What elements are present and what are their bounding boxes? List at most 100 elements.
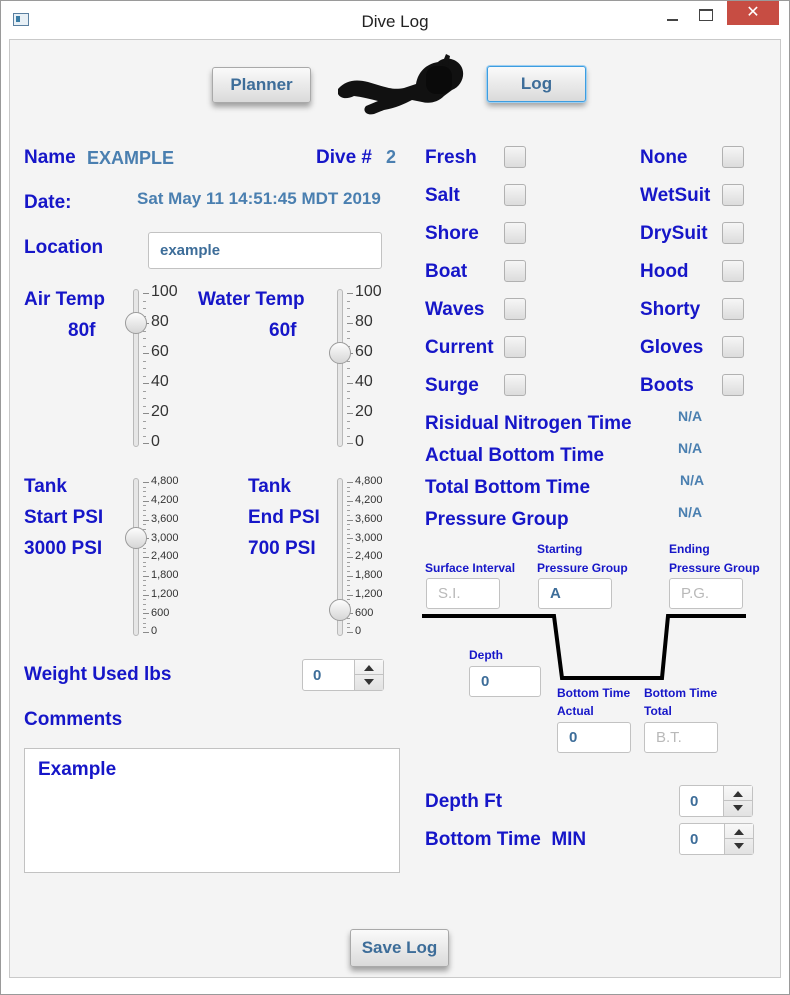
depth-input[interactable]: 0 — [469, 666, 541, 697]
tank-end-slider-tick-label: 3,000 — [355, 531, 383, 544]
tank-start-label: Tank — [24, 476, 67, 497]
tank-start-slider[interactable]: 4,800 4,200 3,600 3,000 2,400 1,800 1,200 600 0 — [122, 474, 192, 644]
condition-checkbox[interactable] — [504, 260, 526, 282]
tank-start-slider-minor-tick — [143, 547, 146, 549]
starting-pg-label-line2: Pressure Group — [537, 561, 628, 575]
depth-ft-decrement-button[interactable] — [724, 801, 752, 816]
tank-start-slider-thumb[interactable] — [125, 527, 147, 550]
close-button[interactable]: ✕ — [727, 1, 779, 25]
app-window: Dive Log ✕ Planner Log Name EXAMPLE Dive… — [0, 0, 790, 995]
condition-label: Salt — [425, 185, 460, 206]
water-temp-slider-minor-tick — [347, 300, 350, 302]
dive-number-label: Dive # — [316, 147, 372, 168]
gear-label: Hood — [640, 261, 689, 282]
weight-label: Weight Used lbs — [24, 664, 172, 685]
tank-start-slider-track — [133, 478, 139, 636]
tank-start-slider-tick — [143, 613, 149, 615]
bt-total-placeholder: B.T. — [656, 729, 682, 746]
surface-interval-label: Surface Interval — [425, 561, 516, 575]
condition-checkbox[interactable] — [504, 374, 526, 396]
tank-end-slider-minor-tick — [347, 486, 350, 488]
condition-checkbox[interactable] — [504, 146, 526, 168]
weight-increment-button[interactable] — [355, 660, 383, 675]
air-temp-slider-thumb[interactable] — [125, 312, 147, 334]
bottom-time-min-label: Bottom Time MIN — [425, 829, 587, 850]
weight-decrement-button[interactable] — [355, 675, 383, 690]
comments-textarea[interactable]: Example — [24, 748, 400, 873]
water-temp-slider[interactable]: 100 80 60 40 20 0 — [326, 283, 386, 455]
air-temp-slider-minor-tick — [143, 338, 146, 339]
tank-start-slider-tick-label: 3,600 — [151, 512, 179, 525]
gear-checkbox[interactable] — [722, 336, 744, 358]
tank-start-value: 3000 PSI — [24, 538, 103, 559]
bottom-time-min-value: 0 — [690, 830, 699, 848]
tank-end-slider-minor-tick — [347, 528, 350, 530]
location-input[interactable]: example — [148, 232, 382, 269]
bt-total-input[interactable]: B.T. — [644, 722, 718, 753]
tank-start-slider-tick — [143, 482, 149, 483]
gear-checkbox[interactable] — [722, 184, 744, 206]
depth-ft-increment-button[interactable] — [724, 786, 752, 801]
condition-checkbox[interactable] — [504, 184, 526, 206]
tank-start-slider-tick-label: 0 — [151, 625, 158, 638]
log-button[interactable]: Log — [487, 66, 586, 102]
tank-end-slider-tick-label: 4,800 — [355, 475, 383, 488]
tank-end-slider-minor-tick — [347, 599, 350, 601]
gear-checkbox[interactable] — [722, 374, 744, 396]
condition-label: Boat — [425, 261, 468, 282]
tank-end-slider-minor-tick — [347, 533, 350, 535]
bt-total-label-line1: Bottom Time — [644, 686, 718, 700]
bottom-time-min-increment-button[interactable] — [725, 824, 753, 839]
gear-checkbox[interactable] — [722, 222, 744, 244]
condition-checkbox[interactable] — [504, 298, 526, 320]
tank-start-slider-minor-tick — [143, 617, 146, 619]
ending-pg-placeholder: P.G. — [681, 585, 710, 602]
surface-interval-placeholder: S.I. — [438, 585, 461, 602]
gear-checkbox[interactable] — [722, 260, 744, 282]
close-icon: ✕ — [746, 4, 760, 21]
minimize-button[interactable] — [657, 1, 687, 25]
water-temp-slider-minor-tick — [347, 398, 350, 399]
depth-ft-spinner[interactable]: 0 — [679, 785, 753, 817]
bt-actual-input[interactable]: 0 — [557, 722, 631, 753]
water-temp-slider-tick-label: 100 — [355, 283, 382, 301]
air-temp-slider[interactable]: 100 80 60 40 20 0 — [122, 283, 182, 455]
surface-interval-input[interactable]: S.I. — [426, 578, 500, 609]
tank-start-slider-tick-label: 600 — [151, 606, 170, 619]
date-label: Date: — [24, 192, 72, 213]
starting-pg-input[interactable]: A — [538, 578, 612, 609]
water-temp-slider-minor-tick — [347, 375, 350, 377]
water-temp-slider-minor-tick — [347, 330, 350, 332]
water-temp-slider-minor-tick — [347, 338, 350, 339]
weight-spinner-buttons — [354, 660, 383, 690]
maximize-button[interactable] — [691, 1, 721, 25]
tank-end-slider-tick-label: 1,200 — [355, 587, 383, 600]
bottom-time-min-decrement-button[interactable] — [725, 839, 753, 854]
condition-checkbox[interactable] — [504, 336, 526, 358]
save-log-button[interactable]: Save Log — [350, 929, 449, 967]
gear-label: Gloves — [640, 337, 704, 358]
bt-total-label-line2: Total — [644, 704, 672, 718]
condition-checkbox[interactable] — [504, 222, 526, 244]
bottom-time-min-spinner[interactable]: 0 — [679, 823, 754, 855]
water-temp-slider-minor-tick — [347, 308, 350, 309]
tank-end-slider-thumb[interactable] — [329, 599, 351, 622]
ending-pg-input[interactable]: P.G. — [669, 578, 743, 609]
gear-checkbox[interactable] — [722, 146, 744, 168]
tank-end-psi-label: End PSI — [248, 507, 320, 528]
gear-checkbox[interactable] — [722, 298, 744, 320]
tank-end-slider-tick — [347, 594, 353, 596]
tank-start-slider-tick-label: 3,000 — [151, 531, 179, 544]
tank-end-slider[interactable]: 4,800 4,200 3,600 3,000 2,400 1,800 1,200 600 0 — [326, 474, 396, 644]
water-temp-slider-tick-label: 60 — [355, 343, 373, 361]
title-bar: Dive Log ✕ — [1, 1, 789, 39]
air-temp-slider-tick-label: 80 — [151, 313, 169, 331]
planner-button[interactable]: Planner — [212, 67, 311, 103]
water-temp-slider-track — [337, 289, 343, 447]
residual-nitrogen-value: N/A — [678, 408, 703, 424]
weight-spinner[interactable]: 0 — [302, 659, 384, 691]
water-temp-slider-thumb[interactable] — [329, 342, 351, 364]
water-temp-slider-tick — [347, 383, 353, 384]
air-temp-slider-tick-label: 0 — [151, 433, 160, 451]
name-label: Name — [24, 147, 76, 168]
